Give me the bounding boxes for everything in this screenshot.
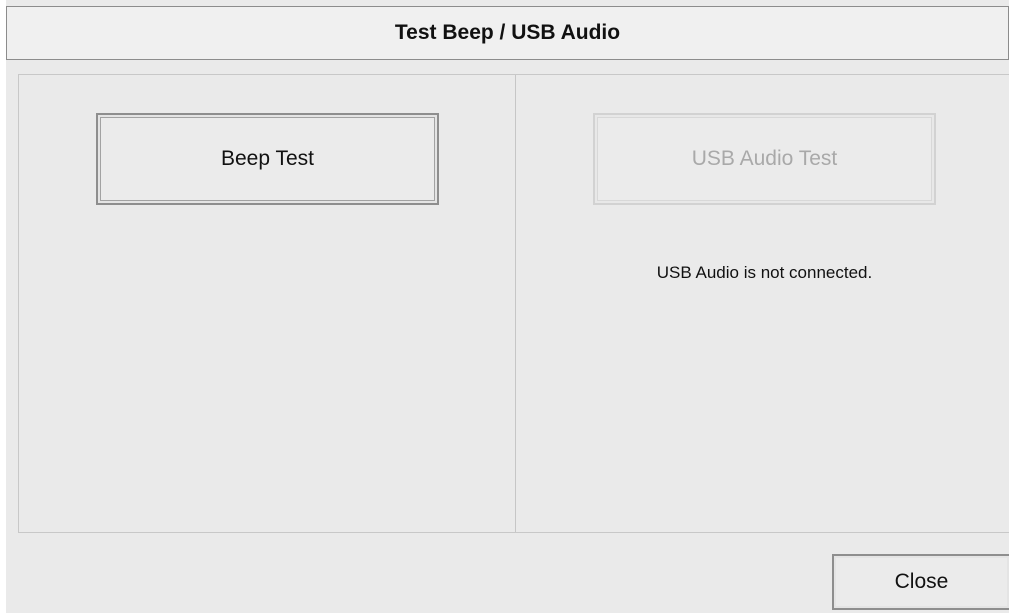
dialog-title: Test Beep / USB Audio — [394, 21, 621, 44]
test-beep-usb-audio-dialog: Test Beep / USB Audio Beep Test USB Audi… — [6, 0, 1009, 613]
beep-test-button-label: Beep Test — [220, 147, 314, 170]
usb-audio-test-button-label: USB Audio Test — [691, 147, 838, 170]
panel-divider — [515, 75, 516, 532]
content-panel: Beep Test USB Audio Test USB Audio is no… — [18, 74, 1009, 533]
usb-audio-status-text: USB Audio is not connected. — [656, 263, 873, 282]
beep-test-button[interactable]: Beep Test — [96, 113, 439, 205]
dialog-title-bar: Test Beep / USB Audio — [6, 6, 1009, 60]
usb-audio-test-button[interactable]: USB Audio Test — [593, 113, 936, 205]
close-button[interactable]: Close — [832, 554, 1009, 610]
close-button-label: Close — [894, 570, 949, 593]
